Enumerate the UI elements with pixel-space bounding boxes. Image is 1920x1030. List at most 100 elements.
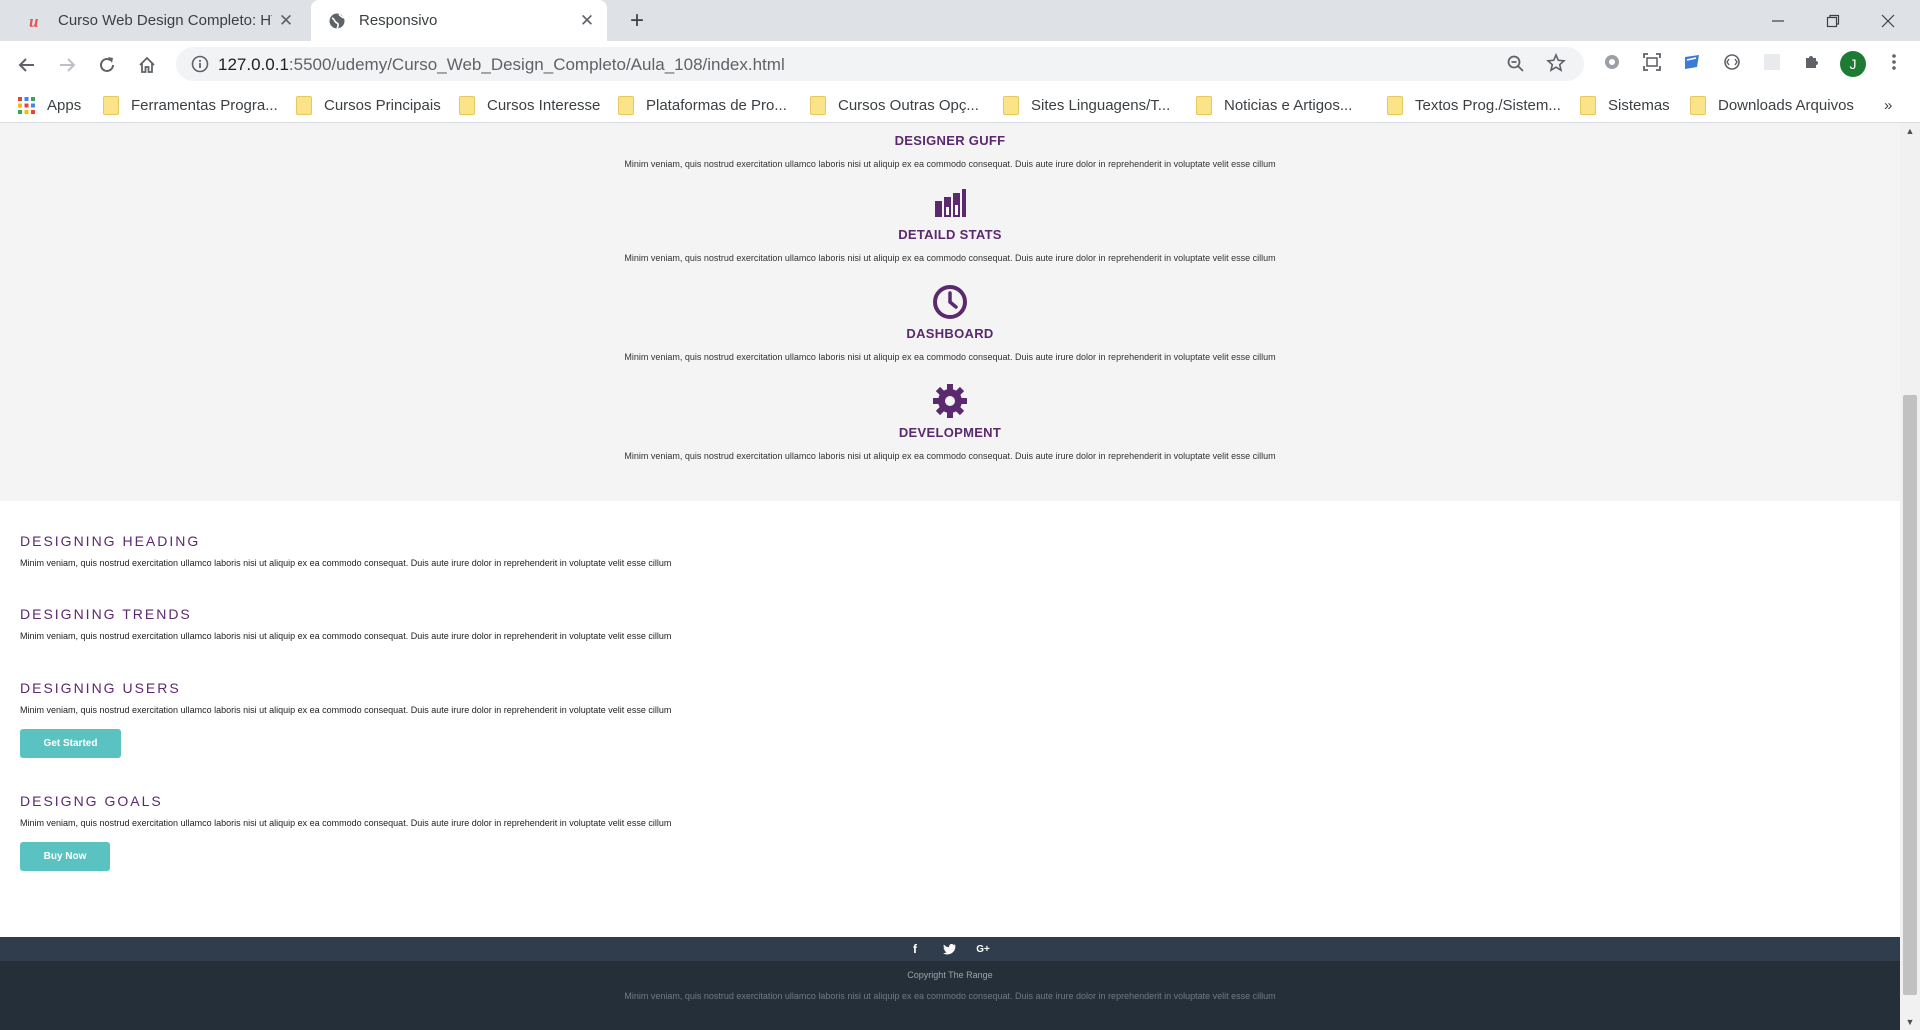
browser-toolbar: 127.0.0.1:5500/udemy/Curso_Web_Design_Co… xyxy=(0,41,1920,87)
bookmark-folder[interactable]: Textos Prog./Sistem... xyxy=(1387,95,1561,115)
tab-responsivo[interactable]: Responsivo ✕ xyxy=(311,0,607,41)
bookmark-folder[interactable]: Ferramentas Progra... xyxy=(103,95,278,115)
bookmark-label: Apps xyxy=(47,96,82,114)
feature-item: DEVELOPMENT Minim veniam, quis nostrud e… xyxy=(0,383,1900,461)
scroll-up-arrow-icon[interactable]: ▲ xyxy=(1900,123,1920,139)
zoom-icon[interactable] xyxy=(1506,54,1526,79)
folder-icon xyxy=(103,95,119,115)
address-bar[interactable]: 127.0.0.1:5500/udemy/Curso_Web_Design_Co… xyxy=(176,47,1584,81)
content-section-trends: DESIGNING TRENDS Minim veniam, quis nost… xyxy=(20,606,671,641)
page-scrollbar[interactable]: ▲ ▼ xyxy=(1900,123,1920,1030)
folder-icon xyxy=(296,95,312,115)
puzzle-icon[interactable] xyxy=(1799,49,1825,75)
feature-text: Minim veniam, quis nostrud exercitation … xyxy=(624,159,1276,169)
folder-icon xyxy=(1387,95,1403,115)
page-viewport: DESIGNER GUFF Minim veniam, quis nostrud… xyxy=(0,123,1900,1030)
bookmark-label: Downloads Arquivos xyxy=(1718,96,1854,114)
udemy-icon: u xyxy=(26,11,46,31)
url-path: :5500/udemy/Curso_Web_Design_Completo/Au… xyxy=(288,55,785,74)
extension-gear-icon[interactable] xyxy=(1599,49,1625,75)
section-heading: DESIGNG GOALS xyxy=(20,793,163,809)
bookmark-folder[interactable]: Cursos Interesse xyxy=(459,95,600,115)
back-button[interactable] xyxy=(11,49,43,81)
section-text: Minim veniam, quis nostrud exercitation … xyxy=(20,558,672,568)
tab-strip: u Curso Web Design Completo: HT ✕ Respon… xyxy=(0,0,1920,41)
feature-title: DETAILD STATS xyxy=(898,227,1002,242)
footer: Copyright The Range Minim veniam, quis n… xyxy=(0,961,1900,1030)
close-icon[interactable]: ✕ xyxy=(272,11,300,31)
feature-title: DEVELOPMENT xyxy=(898,425,1002,440)
minimize-button[interactable] xyxy=(1751,0,1805,41)
folder-icon xyxy=(1690,95,1706,115)
bookmark-label: Cursos Interesse xyxy=(487,96,601,114)
feature-item: DASHBOARD Minim veniam, quis nostrud exe… xyxy=(0,284,1900,362)
feature-item: DETAILD STATS Minim veniam, quis nostrud… xyxy=(0,185,1900,263)
bookmark-apps[interactable]: Apps xyxy=(18,95,81,115)
tab-title: Responsivo xyxy=(359,12,438,29)
bookmark-folder[interactable]: Plataformas de Pro... xyxy=(618,95,787,115)
new-tab-button[interactable]: + xyxy=(622,6,652,36)
star-icon[interactable] xyxy=(1546,52,1566,78)
profile-avatar[interactable]: J xyxy=(1840,51,1866,77)
svg-text:u: u xyxy=(29,12,38,30)
bookmark-label: Sites Linguagens/T... xyxy=(1031,96,1171,114)
menu-dots-icon[interactable] xyxy=(1881,49,1907,75)
folder-icon xyxy=(1003,95,1019,115)
feature-item: DESIGNER GUFF Minim veniam, quis nostrud… xyxy=(0,133,1900,169)
content-section-heading: DESIGNING HEADING Minim veniam, quis nos… xyxy=(20,533,671,568)
bookmark-label: Cursos Principais xyxy=(324,96,441,114)
home-button[interactable] xyxy=(131,49,163,81)
bookmark-folder[interactable]: Sites Linguagens/T... xyxy=(1003,95,1170,115)
section-text: Minim veniam, quis nostrud exercitation … xyxy=(20,631,672,641)
bookmark-folder[interactable]: Sistemas xyxy=(1580,95,1670,115)
buy-now-button[interactable]: Buy Now xyxy=(20,842,110,871)
scroll-down-arrow-icon[interactable]: ▼ xyxy=(1900,1014,1920,1030)
bookmark-label: Sistemas xyxy=(1608,96,1670,114)
bookmarks-overflow-button[interactable]: » xyxy=(1884,95,1892,115)
social-bar: f G+ xyxy=(0,937,1900,961)
gear-icon xyxy=(0,383,1900,419)
feature-text: Minim veniam, quis nostrud exercitation … xyxy=(624,451,1276,461)
bookmark-folder[interactable]: Cursos Principais xyxy=(296,95,441,115)
globe-icon xyxy=(327,11,347,31)
feature-title: DESIGNER GUFF xyxy=(894,133,1006,148)
screenshot-icon[interactable] xyxy=(1639,49,1665,75)
bookmark-label: Ferramentas Progra... xyxy=(131,96,278,114)
bookmark-label: Cursos Outras Opç... xyxy=(838,96,979,114)
twitter-icon[interactable] xyxy=(941,941,957,957)
folder-icon xyxy=(810,95,826,115)
google-plus-icon[interactable]: G+ xyxy=(975,941,991,957)
footer-copyright: Copyright The Range xyxy=(907,970,993,980)
feature-title: DASHBOARD xyxy=(906,326,994,341)
content-section-goals: DESIGNG GOALS Minim veniam, quis nostrud… xyxy=(20,793,671,828)
bookmark-label: Textos Prog./Sistem... xyxy=(1415,96,1561,114)
folder-icon xyxy=(1196,95,1212,115)
folder-icon xyxy=(459,95,475,115)
section-heading: DESIGNING TRENDS xyxy=(20,606,192,622)
restore-button[interactable] xyxy=(1806,0,1860,41)
bookmark-folder[interactable]: Downloads Arquivos xyxy=(1690,95,1854,115)
get-started-button[interactable]: Get Started xyxy=(20,729,121,758)
bookmark-folder[interactable]: Cursos Outras Opç... xyxy=(810,95,979,115)
footer-text: Minim veniam, quis nostrud exercitation … xyxy=(624,991,1276,1001)
section-text: Minim veniam, quis nostrud exercitation … xyxy=(20,818,672,828)
info-icon[interactable] xyxy=(190,54,210,74)
extension-blue-icon[interactable] xyxy=(1679,49,1705,75)
feature-text: Minim veniam, quis nostrud exercitation … xyxy=(624,253,1276,263)
forward-button[interactable] xyxy=(51,49,83,81)
extension-grey-icon[interactable] xyxy=(1759,49,1785,75)
bookmark-folder[interactable]: Noticias e Artigos... xyxy=(1196,95,1352,115)
content-section-users: DESIGNING USERS Minim veniam, quis nostr… xyxy=(20,680,671,715)
bookmark-label: Plataformas de Pro... xyxy=(646,96,787,114)
apps-grid-icon xyxy=(18,96,35,114)
facebook-icon[interactable]: f xyxy=(907,941,923,957)
close-icon[interactable]: ✕ xyxy=(573,11,601,31)
reload-button[interactable] xyxy=(91,49,123,81)
close-window-button[interactable] xyxy=(1861,0,1915,41)
scrollbar-thumb[interactable] xyxy=(1903,395,1917,995)
extension-circle-icon[interactable] xyxy=(1719,49,1745,75)
arrow-right-icon xyxy=(60,58,76,72)
tab-curso-web-design[interactable]: u Curso Web Design Completo: HT ✕ xyxy=(10,0,306,41)
url-text: 127.0.0.1:5500/udemy/Curso_Web_Design_Co… xyxy=(218,55,785,75)
arrow-left-icon xyxy=(18,58,34,72)
